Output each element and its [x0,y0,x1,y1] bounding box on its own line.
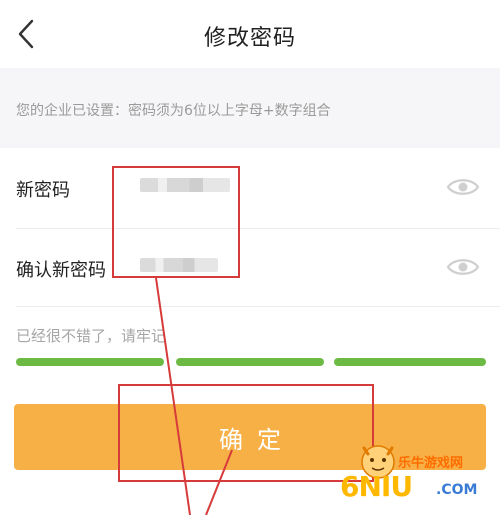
password-strength-meter [16,358,486,366]
new-password-row: 新密码 [0,148,500,228]
strength-segment-3 [334,358,486,366]
eye-icon[interactable] [446,176,480,198]
top-bar: 修改密码 [0,0,500,68]
strength-segment-1 [16,358,164,366]
confirm-password-label: 确认新密码 [16,260,106,281]
strength-hint: 已经很不错了，请牢记 [16,327,167,345]
new-password-label: 新密码 [16,180,70,201]
row-divider [16,306,500,307]
confirm-password-row: 确认新密码 [0,228,500,308]
eye-icon[interactable] [446,256,480,278]
annotation-box-password-fields [112,166,240,278]
password-policy-notice: 您的企业已设置：密码须为6位以上字母+数字组合 [16,103,331,119]
strength-segment-2 [176,358,324,366]
watermark-site-name: 乐牛游戏网 [398,456,464,471]
page-title: 修改密码 [203,26,296,51]
watermark-logo-text: 6NIU [340,470,413,503]
watermark-domain: .COM [436,482,478,498]
